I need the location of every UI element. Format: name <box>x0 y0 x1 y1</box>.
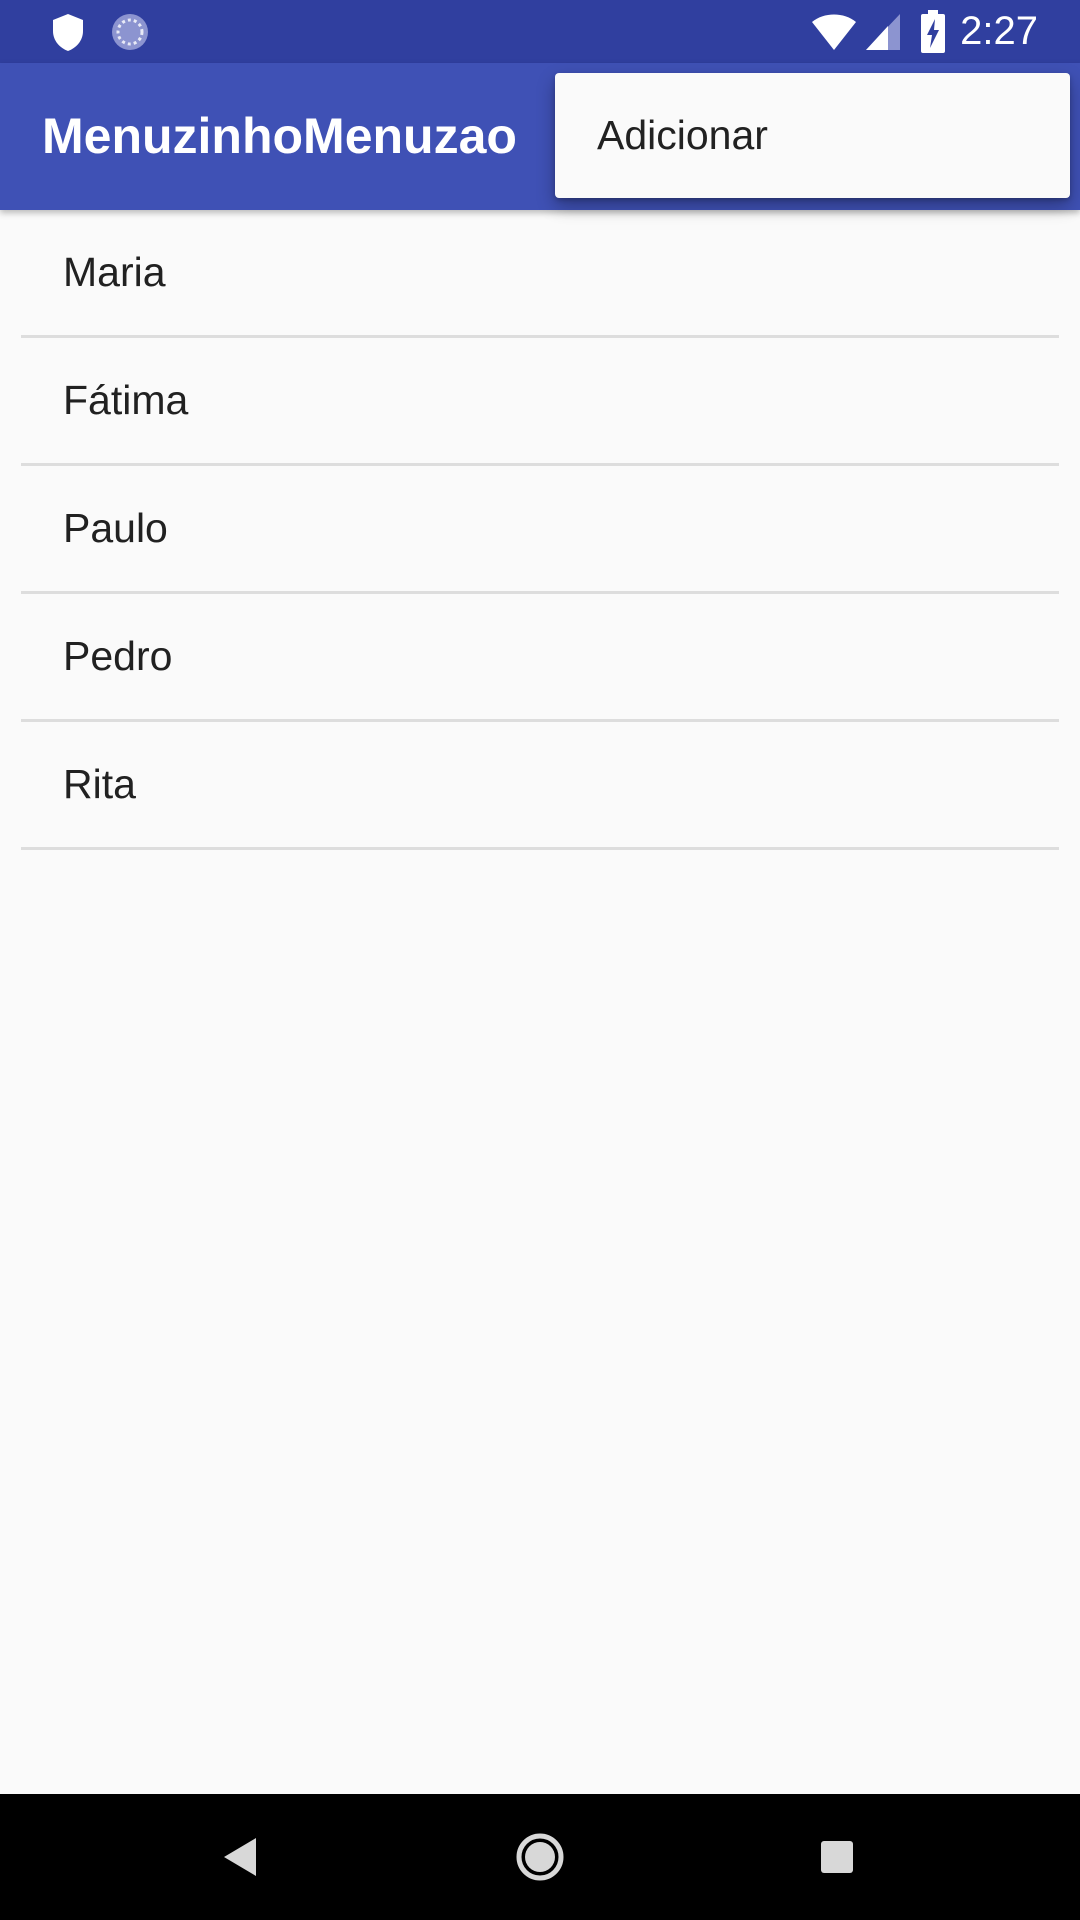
list-item[interactable]: Fátima <box>21 338 1059 466</box>
list-item-label: Maria <box>63 249 166 295</box>
menu-item-label: Adicionar <box>597 112 768 158</box>
list-item-label: Rita <box>63 761 136 807</box>
screen: 2:27 MenuzinhoMenuzao Maria Fátima Paulo… <box>0 0 1080 1920</box>
status-time: 2:27 <box>960 9 1038 53</box>
recents-button[interactable] <box>774 1794 900 1920</box>
sync-icon <box>112 14 148 50</box>
list-item[interactable]: Rita <box>21 722 1059 850</box>
status-bar: 2:27 <box>0 0 1080 63</box>
back-button[interactable] <box>178 1794 304 1920</box>
menu-item-adicionar[interactable]: Adicionar <box>555 73 1070 198</box>
names-list: Maria Fátima Paulo Pedro Rita <box>0 210 1080 850</box>
list-item-label: Fátima <box>63 377 189 423</box>
shield-icon <box>53 14 83 51</box>
navigation-bar <box>0 1794 1080 1920</box>
recents-icon <box>821 1841 853 1873</box>
home-button[interactable] <box>477 1794 603 1920</box>
list-item-label: Pedro <box>63 633 173 679</box>
wifi-icon <box>812 14 856 50</box>
list-item[interactable]: Pedro <box>21 594 1059 722</box>
battery-charging-icon <box>921 10 945 53</box>
list-item[interactable]: Paulo <box>21 466 1059 594</box>
cell-signal-icon <box>866 14 900 50</box>
list-item-label: Paulo <box>63 505 168 551</box>
overflow-popup-menu: Adicionar <box>555 73 1070 198</box>
list-item[interactable]: Maria <box>21 210 1059 338</box>
app-title: MenuzinhoMenuzao <box>42 108 517 164</box>
back-icon <box>224 1838 256 1876</box>
home-icon <box>516 1833 564 1881</box>
